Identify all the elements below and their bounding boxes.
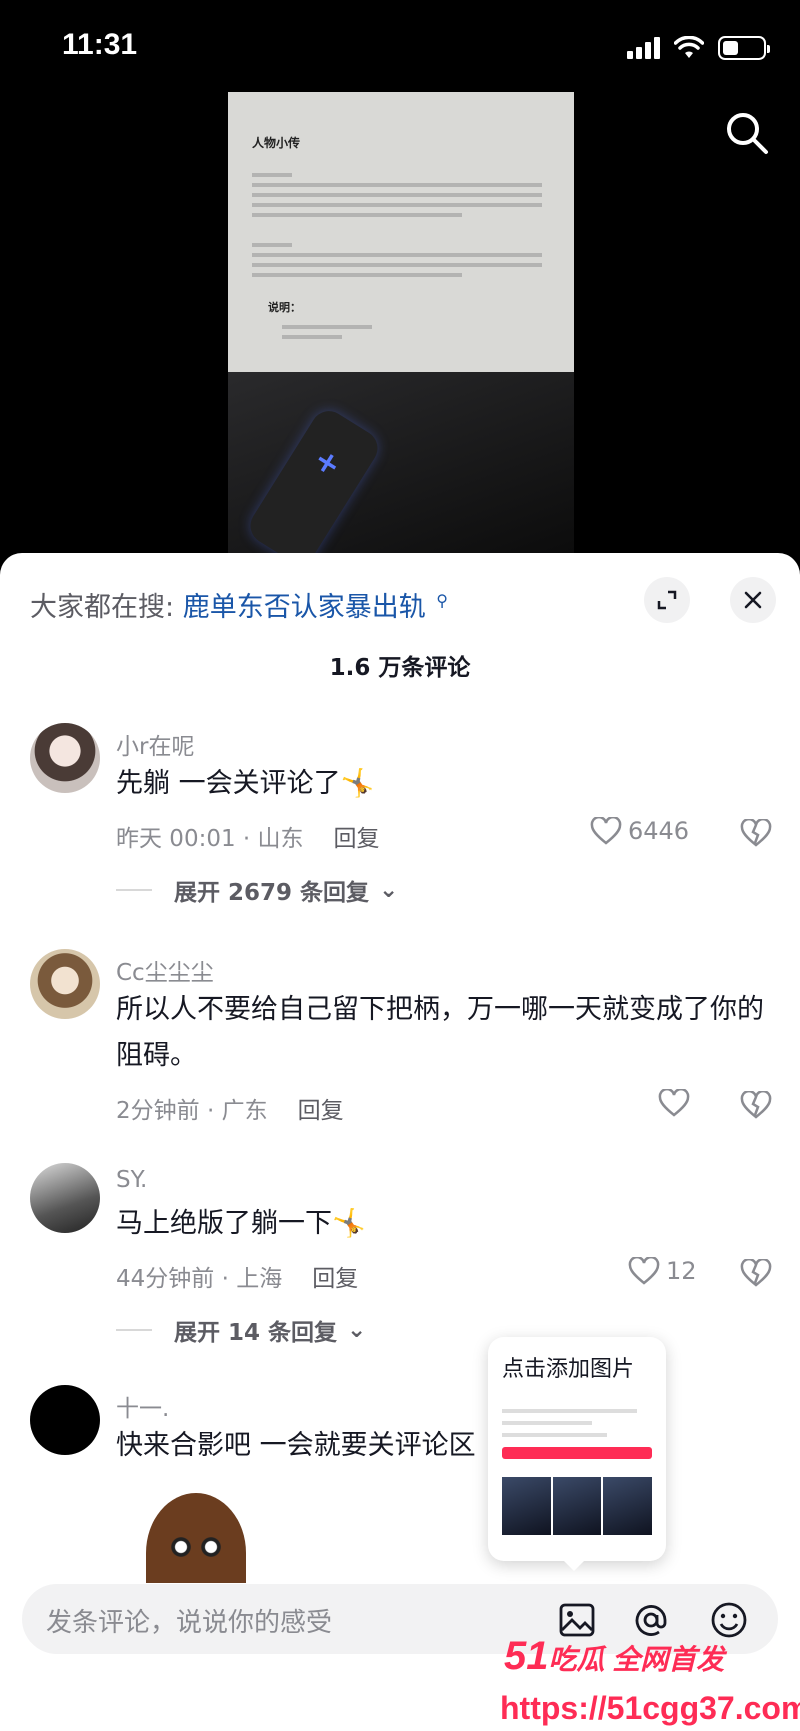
expand-replies[interactable]: 展开 14 条回复 ⌄ <box>116 1313 366 1347</box>
search-icon[interactable] <box>724 110 770 156</box>
search-small-icon: ⚲ <box>436 591 449 610</box>
comment-username[interactable]: SY. <box>116 1167 147 1193</box>
avatar[interactable] <box>30 723 100 793</box>
avatar[interactable] <box>30 1385 100 1455</box>
popup-thumbnails <box>502 1477 653 1535</box>
comment-count: 1.6 万条评论 <box>329 655 471 681</box>
broken-heart-icon[interactable] <box>740 819 772 847</box>
comment-text: 快来合影吧 一会就要关评论区 <box>116 1430 476 1461</box>
avatar[interactable] <box>30 949 100 1019</box>
watermark-url: https://51cgg37.com <box>500 1690 800 1726</box>
comment-time: 昨天 00:01 · 山东 <box>116 826 304 852</box>
comment-sheet: 大家都在搜: 鹿单东否认家暴出轨 ⚲ 1.6 万条评论 小r在呢 先躺 一会关评… <box>0 553 800 1731</box>
comment-text: 先躺 一会关评论了🤸 <box>116 768 375 799</box>
watermark-logo: 51吃瓜 全网首发 <box>504 1634 724 1679</box>
like-button[interactable] <box>658 1089 690 1117</box>
comment-meta: 昨天 00:01 · 山东 回复 <box>116 819 380 853</box>
expand-sheet-button[interactable] <box>644 577 690 623</box>
wifi-icon <box>674 36 704 58</box>
status-time: 11:31 <box>62 28 138 61</box>
video-player[interactable]: 人物小传 说明： + <box>228 92 574 554</box>
expand-icon <box>657 590 677 610</box>
close-icon <box>744 591 762 609</box>
like-count: 6446 <box>628 817 690 845</box>
close-button[interactable] <box>730 577 776 623</box>
comment-username[interactable]: 小r在呢 <box>116 727 194 761</box>
comment-meta: 2分钟前 · 广东 回复 <box>116 1091 344 1125</box>
comment-input-placeholder: 发条评论，说说你的感受 <box>46 1608 333 1638</box>
comment-username[interactable]: Cc尘尘尘 <box>116 953 214 987</box>
comment-username[interactable]: 十一. <box>116 1389 169 1423</box>
popup-preview-button <box>502 1447 652 1459</box>
hot-search-keyword[interactable]: 鹿单东否认家暴出轨 <box>183 592 426 623</box>
like-count: 12 <box>666 1257 697 1285</box>
popup-title: 点击添加图片 <box>502 1357 635 1382</box>
add-image-popup[interactable]: 点击添加图片 <box>488 1337 666 1571</box>
video-doc-subtitle: 说明： <box>268 301 301 314</box>
status-icons <box>627 36 770 60</box>
chevron-down-icon: ⌄ <box>379 877 399 903</box>
comment-text: 所以人不要给自己留下把柄，万一哪一天就变成了你的阻碍。 <box>116 994 764 1071</box>
comment-time: 2分钟前 · 广东 <box>116 1098 268 1124</box>
like-button[interactable]: 12 <box>628 1257 697 1285</box>
reply-button[interactable]: 回复 <box>298 1091 344 1125</box>
broken-heart-icon[interactable] <box>740 1259 772 1287</box>
comment-meta: 44分钟前 · 上海 回复 <box>116 1259 358 1293</box>
watermark-logo-text: 吃瓜 全网首发 <box>548 1644 725 1675</box>
video-doc-title: 人物小传 <box>252 136 301 150</box>
chevron-down-icon: ⌄ <box>347 1317 367 1343</box>
watermark-logo-num: 51 <box>504 1634 549 1678</box>
heart-icon <box>628 1257 660 1285</box>
expand-replies[interactable]: 展开 2679 条回复 ⌄ <box>116 873 398 907</box>
hot-search-label: 大家都在搜: <box>30 592 175 623</box>
reply-button[interactable]: 回复 <box>334 819 380 853</box>
heart-icon <box>590 817 622 845</box>
battery-icon <box>718 36 770 60</box>
avatar[interactable] <box>30 1163 100 1233</box>
hot-search[interactable]: 大家都在搜: 鹿单东否认家暴出轨 ⚲ <box>30 585 448 624</box>
comment-image[interactable] <box>116 1493 276 1583</box>
comment-time: 44分钟前 · 上海 <box>116 1266 283 1292</box>
expand-replies-label: 展开 2679 条回复 <box>174 880 370 906</box>
expand-replies-label: 展开 14 条回复 <box>174 1320 338 1346</box>
status-bar: 11:31 <box>0 0 800 100</box>
heart-icon <box>658 1089 690 1117</box>
broken-heart-icon[interactable] <box>740 1091 772 1119</box>
video-document: 人物小传 说明： <box>228 92 574 372</box>
reply-button[interactable]: 回复 <box>312 1259 358 1293</box>
comment-text: 马上绝版了躺一下🤸 <box>116 1208 366 1239</box>
signal-icon <box>627 37 660 59</box>
like-button[interactable]: 6446 <box>590 817 689 845</box>
